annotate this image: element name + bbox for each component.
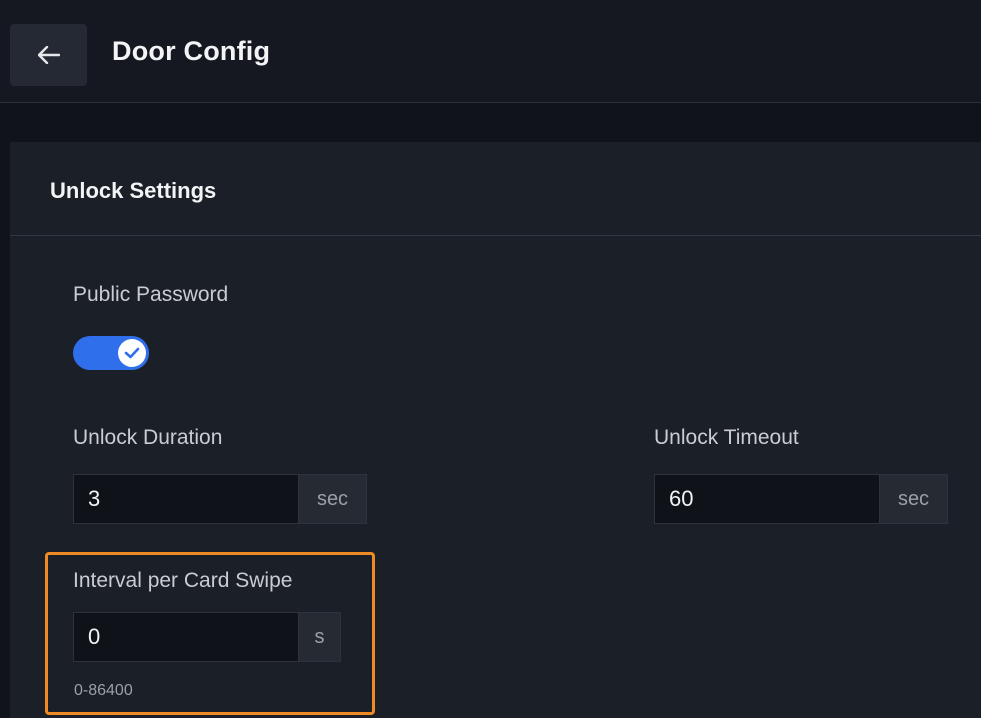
panel-header: Unlock Settings [10,142,981,236]
top-header: Door Config [0,0,981,103]
unlock-timeout-unit: sec [879,475,947,523]
interval-range-hint: 0-86400 [74,682,133,699]
toggle-knob [118,339,146,367]
arrow-left-icon [37,46,60,64]
unlock-timeout-input[interactable] [655,475,879,523]
public-password-toggle[interactable] [73,336,149,370]
unlock-timeout-label: Unlock Timeout [654,426,799,449]
unlock-duration-input[interactable] [74,475,298,523]
check-icon [124,347,140,359]
panel-title: Unlock Settings [50,178,217,203]
interval-per-card-swipe-unit: s [298,613,340,661]
unlock-duration-group: sec [73,474,367,524]
header-spacer [0,104,981,142]
interval-per-card-swipe-group: s [73,612,341,662]
unlock-timeout-group: sec [654,474,948,524]
unlock-duration-unit: sec [298,475,366,523]
public-password-label: Public Password [73,283,229,306]
back-button[interactable] [10,24,87,86]
unlock-duration-label: Unlock Duration [73,426,223,449]
interval-per-card-swipe-input[interactable] [74,613,298,661]
page-title: Door Config [112,36,271,66]
interval-per-card-swipe-label: Interval per Card Swipe [73,569,293,592]
